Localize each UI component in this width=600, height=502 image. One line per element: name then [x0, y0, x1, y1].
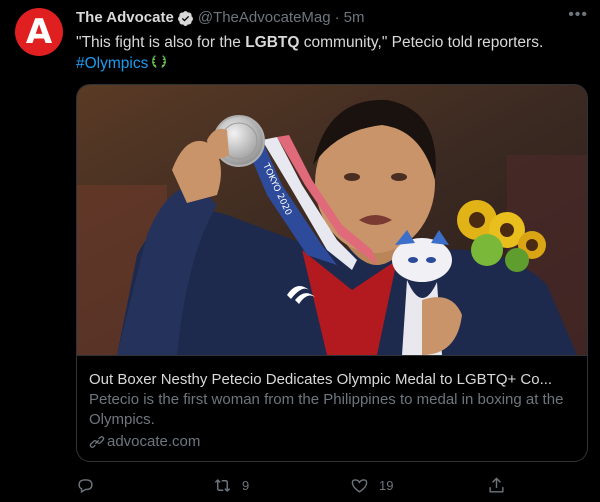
- avatar-logo-letter: A: [25, 12, 53, 52]
- retweet-icon: [214, 479, 231, 492]
- card-domain-text: advocate.com: [107, 433, 201, 450]
- author-name[interactable]: The Advocate: [76, 8, 174, 28]
- retweet-button[interactable]: 9: [213, 476, 249, 495]
- link-icon: [89, 436, 105, 448]
- avatar[interactable]: A: [15, 8, 63, 56]
- share-icon: [489, 477, 504, 493]
- reply-button[interactable]: [76, 476, 105, 495]
- olympics-laurel-icon: [152, 55, 167, 69]
- card-title[interactable]: Out Boxer Nesthy Petecio Dedicates Olymp…: [89, 370, 575, 390]
- like-button[interactable]: 19: [350, 476, 393, 495]
- tweet-text: "This fight is also for the LGBTQ commun…: [76, 32, 586, 74]
- card-domain[interactable]: advocate.com: [89, 432, 200, 452]
- heart-icon: [351, 479, 368, 493]
- link-preview-card[interactable]: TOKYO 2020 Out Boxer Nesthy Petecio Dedi…: [76, 84, 588, 462]
- hashtag-link[interactable]: #Olympics: [76, 55, 148, 72]
- reply-icon: [78, 479, 93, 494]
- more-options-icon[interactable]: •••: [568, 6, 588, 24]
- medal-photo: TOKYO 2020: [77, 85, 587, 355]
- separator-dot: ·: [334, 9, 340, 26]
- timestamp[interactable]: 5m: [344, 8, 365, 28]
- retweet-count: 9: [242, 478, 250, 493]
- tweet-header: The Advocate @TheAdvocateMag · 5m: [76, 8, 566, 28]
- card-image[interactable]: TOKYO 2020: [77, 85, 587, 355]
- tweet-actions: 9 19: [76, 476, 516, 498]
- like-count: 19: [379, 478, 394, 493]
- card-description: Petecio is the first woman from the Phil…: [89, 391, 564, 428]
- card-divider: [77, 355, 587, 356]
- verified-badge-icon: [177, 10, 193, 26]
- author-handle[interactable]: @TheAdvocateMag: [198, 8, 331, 28]
- share-button[interactable]: [487, 476, 516, 495]
- tweet-text-bold: LGBTQ: [245, 34, 300, 51]
- tweet-text-part: community," Petecio told reporters.: [299, 34, 544, 51]
- tweet-text-part: "This fight is also for the: [76, 34, 246, 51]
